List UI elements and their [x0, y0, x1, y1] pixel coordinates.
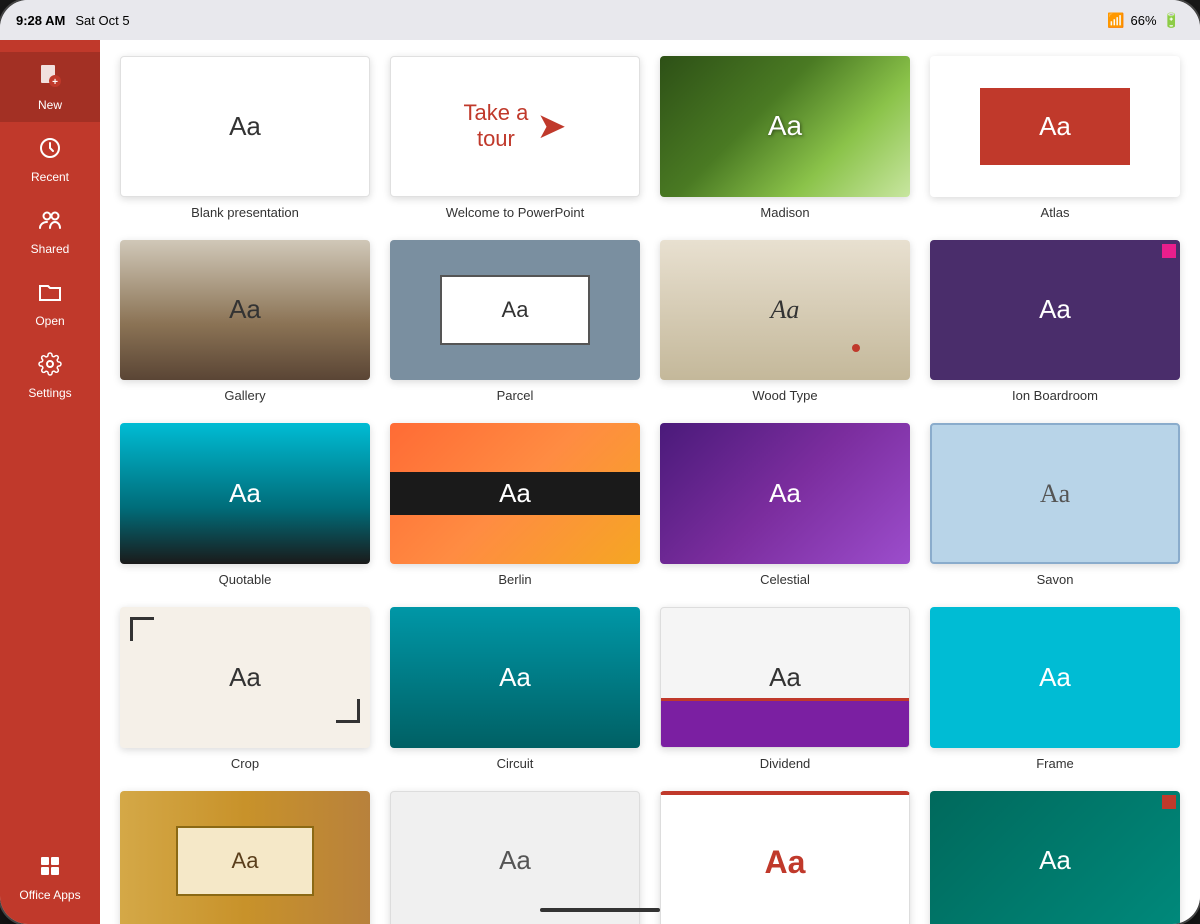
- battery-icon: 🔋: [1163, 12, 1180, 29]
- template-berlin[interactable]: Aa Berlin: [390, 423, 640, 587]
- template-celestial-label: Celestial: [760, 572, 810, 587]
- template-parcel-label: Parcel: [497, 388, 534, 403]
- template-savon[interactable]: Aa Savon: [930, 423, 1180, 587]
- sidebar-item-settings[interactable]: Settings: [0, 342, 100, 410]
- template-berlin-label: Berlin: [498, 572, 531, 587]
- template-gallery-label: Gallery: [224, 388, 265, 403]
- template-mainevent[interactable]: Aa Main Event: [660, 791, 910, 924]
- template-tour[interactable]: Take atour ➤ Welcome to PowerPoint: [390, 56, 640, 220]
- battery-level: 66%: [1131, 13, 1157, 28]
- template-frame-label: Frame: [1036, 756, 1074, 771]
- ipad-screen: 9:28 AM Sat Oct 5 📶 66% 🔋 +: [0, 0, 1200, 924]
- template-grid: Aa Blank presentation Take atour ➤: [120, 56, 1180, 924]
- template-quotable[interactable]: Aa Quotable: [120, 423, 370, 587]
- template-dividend[interactable]: Aa Dividend: [660, 607, 910, 771]
- template-frame[interactable]: Aa Frame: [930, 607, 1180, 771]
- app-body: + New Recent: [0, 40, 1200, 924]
- template-parcel[interactable]: Aa Parcel: [390, 240, 640, 404]
- template-blank[interactable]: Aa Blank presentation: [120, 56, 370, 220]
- template-woodtype[interactable]: Aa Wood Type: [660, 240, 910, 404]
- template-ion[interactable]: Aa Ion: [930, 791, 1180, 924]
- template-ion-boardroom[interactable]: Aa Ion Boardroom: [930, 240, 1180, 404]
- open-icon: [38, 280, 62, 310]
- template-atlas[interactable]: Aa Atlas: [930, 56, 1180, 220]
- sidebar-item-office-apps[interactable]: Office Apps: [0, 844, 100, 912]
- template-blank-label: Blank presentation: [191, 205, 299, 220]
- template-organic[interactable]: Aa Organic: [120, 791, 370, 924]
- template-savon-label: Savon: [1037, 572, 1074, 587]
- sidebar-item-new[interactable]: + New: [0, 52, 100, 122]
- settings-icon: [38, 352, 62, 382]
- recent-icon: [38, 136, 62, 166]
- template-dividend-label: Dividend: [760, 756, 811, 771]
- template-celestial[interactable]: Aa Celestial: [660, 423, 910, 587]
- template-crop-label: Crop: [231, 756, 259, 771]
- status-bar: 9:28 AM Sat Oct 5 📶 66% 🔋: [0, 0, 1200, 40]
- office-apps-icon: [38, 854, 62, 884]
- status-time: 9:28 AM: [16, 13, 65, 28]
- template-circuit[interactable]: Aa Circuit: [390, 607, 640, 771]
- template-crop[interactable]: Aa Crop: [120, 607, 370, 771]
- template-gallery[interactable]: Aa Gallery: [120, 240, 370, 404]
- sidebar-item-recent[interactable]: Recent: [0, 126, 100, 194]
- sidebar-open-label: Open: [35, 314, 64, 328]
- sidebar-new-label: New: [38, 98, 62, 112]
- template-atlas-label: Atlas: [1041, 205, 1070, 220]
- sidebar-office-apps-label: Office Apps: [19, 888, 80, 902]
- tour-arrow-icon: ➤: [536, 105, 566, 147]
- template-madison-label: Madison: [760, 205, 809, 220]
- scroll-indicator: [540, 908, 660, 912]
- template-quotable-label: Quotable: [219, 572, 272, 587]
- sidebar-item-shared[interactable]: Shared: [0, 198, 100, 266]
- sidebar-recent-label: Recent: [31, 170, 69, 184]
- tour-text: Take atour: [464, 100, 529, 153]
- svg-text:+: +: [52, 77, 58, 88]
- sidebar-settings-label: Settings: [28, 386, 71, 400]
- template-droplet[interactable]: Aa Droplet: [390, 791, 640, 924]
- status-date: Sat Oct 5: [75, 13, 129, 28]
- main-content[interactable]: Aa Blank presentation Take atour ➤: [100, 40, 1200, 924]
- wifi-icon: 📶: [1107, 12, 1124, 29]
- template-tour-label: Welcome to PowerPoint: [446, 205, 585, 220]
- template-circuit-label: Circuit: [497, 756, 534, 771]
- sidebar-shared-label: Shared: [31, 242, 70, 256]
- template-woodtype-label: Wood Type: [752, 388, 817, 403]
- sidebar-item-open[interactable]: Open: [0, 270, 100, 338]
- new-icon: +: [37, 62, 63, 94]
- template-madison[interactable]: Aa Madison: [660, 56, 910, 220]
- template-ion-boardroom-label: Ion Boardroom: [1012, 388, 1098, 403]
- sidebar: + New Recent: [0, 40, 100, 924]
- shared-icon: [38, 208, 62, 238]
- ipad-frame: 9:28 AM Sat Oct 5 📶 66% 🔋 +: [0, 0, 1200, 924]
